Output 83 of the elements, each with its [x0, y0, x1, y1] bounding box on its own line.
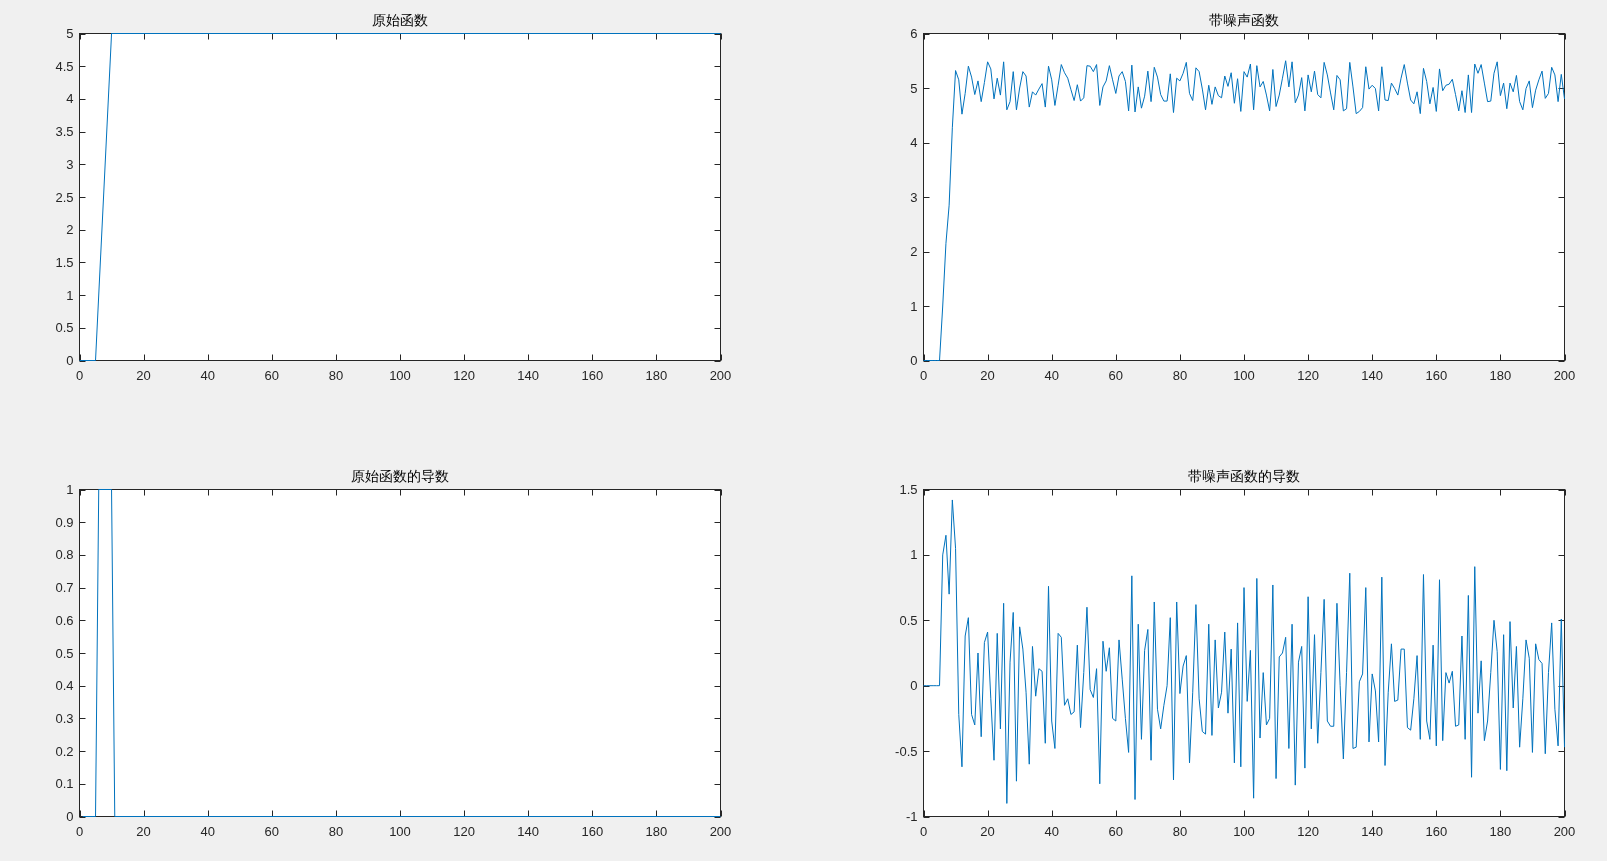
- y-tick-label: 2: [910, 244, 918, 259]
- y-tick-label: 3.5: [55, 124, 74, 140]
- y-tick-label: -1: [905, 809, 918, 824]
- x-tick-label: 120: [453, 367, 475, 383]
- x-tick-label: 60: [1108, 367, 1124, 383]
- chart-title: 带噪声函数: [1209, 11, 1279, 28]
- y-tick-label: 0.8: [55, 547, 74, 563]
- x-tick-label: 0: [75, 823, 84, 839]
- y-tick-label: 1: [66, 482, 74, 497]
- y-tick-label: 0.5: [55, 320, 74, 336]
- y-tick-label: 5: [66, 26, 74, 41]
- y-tick-label: 0.6: [55, 612, 74, 628]
- y-tick-label: 4: [910, 135, 918, 150]
- x-tick-label: 180: [1489, 823, 1512, 839]
- y-tick-label: 5: [910, 80, 918, 96]
- y-tick-label: 0.1: [55, 776, 74, 792]
- x-tick-label: 160: [1425, 367, 1448, 383]
- chart-title: 原始函数的导数: [351, 467, 449, 484]
- y-tick-label: 0.2: [55, 743, 74, 759]
- x-tick-label: 200: [709, 367, 732, 383]
- x-tick-label: 100: [389, 823, 411, 839]
- x-tick-label: 160: [581, 367, 604, 383]
- y-tick-label: 6: [910, 26, 918, 41]
- x-tick-label: 140: [1361, 367, 1384, 383]
- x-tick-label: 100: [389, 367, 411, 383]
- x-tick-label: 40: [1044, 823, 1059, 839]
- x-tick-label: 140: [517, 367, 540, 383]
- y-tick-label: 2.5: [55, 189, 74, 205]
- x-tick-label: 80: [328, 823, 344, 839]
- x-tick-label: 20: [980, 823, 995, 839]
- x-tick-label: 80: [328, 367, 344, 383]
- y-tick-label: 1: [910, 298, 918, 314]
- y-tick-label: 1.5: [899, 482, 918, 497]
- chart-title: 原始函数: [372, 11, 428, 28]
- x-tick-label: 60: [1108, 823, 1124, 839]
- x-tick-label: 60: [264, 367, 280, 383]
- x-tick-label: 180: [645, 367, 668, 383]
- y-tick-label: 0: [66, 809, 74, 824]
- x-tick-label: 180: [645, 823, 668, 839]
- x-tick-label: 40: [200, 367, 215, 383]
- y-tick-label: 4.5: [55, 58, 74, 74]
- x-tick-label: 0: [919, 367, 928, 383]
- x-tick-label: 120: [1297, 823, 1319, 839]
- y-tick-label: 1: [910, 547, 918, 563]
- y-tick-label: 0.7: [55, 580, 74, 596]
- x-tick-label: 40: [200, 823, 215, 839]
- x-tick-label: 20: [980, 367, 995, 383]
- y-tick-label: 0.5: [55, 645, 74, 661]
- x-tick-label: 160: [581, 823, 604, 839]
- y-tick-label: 3: [66, 156, 74, 172]
- x-tick-label: 120: [1297, 367, 1319, 383]
- x-tick-label: 60: [264, 823, 280, 839]
- x-tick-label: 40: [1044, 367, 1059, 383]
- x-tick-label: 0: [75, 367, 84, 383]
- x-tick-label: 20: [136, 367, 151, 383]
- x-tick-label: 200: [709, 823, 732, 839]
- y-tick-label: 0.9: [55, 514, 74, 530]
- x-tick-label: 200: [1553, 367, 1576, 383]
- x-tick-label: 100: [1233, 367, 1255, 383]
- x-tick-label: 100: [1233, 823, 1255, 839]
- y-tick-label: 0.3: [55, 710, 74, 726]
- x-tick-label: 0: [919, 823, 928, 839]
- y-tick-label: 0: [66, 353, 74, 368]
- chart-title: 带噪声函数的导数: [1188, 467, 1300, 484]
- y-tick-label: 4: [66, 91, 74, 107]
- y-tick-label: 0.5: [899, 612, 918, 628]
- y-tick-label: 3: [910, 189, 918, 205]
- x-tick-label: 80: [1172, 823, 1188, 839]
- y-tick-label: 0: [910, 353, 918, 368]
- x-tick-label: 180: [1489, 367, 1512, 383]
- y-tick-label: 1: [66, 287, 74, 303]
- y-tick-label: 1.5: [55, 254, 74, 270]
- x-tick-label: 120: [453, 823, 475, 839]
- x-tick-label: 140: [1361, 823, 1384, 839]
- x-tick-label: 80: [1172, 367, 1188, 383]
- y-tick-label: 2: [66, 222, 74, 238]
- x-tick-label: 140: [517, 823, 540, 839]
- y-tick-label: -0.5: [895, 743, 918, 759]
- x-tick-label: 20: [136, 823, 151, 839]
- x-tick-label: 200: [1553, 823, 1576, 839]
- y-tick-label: 0: [910, 678, 918, 694]
- x-tick-label: 160: [1425, 823, 1448, 839]
- y-tick-label: 0.4: [55, 678, 74, 694]
